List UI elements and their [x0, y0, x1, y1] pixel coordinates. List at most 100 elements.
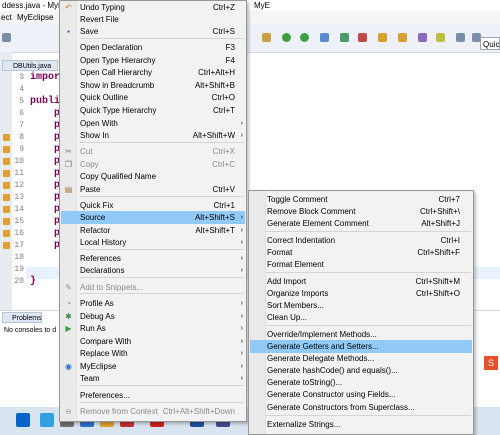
annotation-marker-icon[interactable] [3, 182, 10, 189]
line-number: 12 [14, 181, 24, 190]
menu-item-save[interactable]: ▪ Save Ctrl+S [61, 25, 245, 38]
menu-project[interactable]: ect [1, 11, 12, 24]
paste-icon: ▤ [64, 185, 73, 194]
window-title: ddess.java - MyEc [2, 1, 68, 10]
folder-icon[interactable] [378, 33, 387, 42]
annotation-marker-icon[interactable] [3, 206, 10, 213]
annotation-marker-icon[interactable] [3, 170, 10, 177]
line-number: 19 [14, 265, 24, 274]
menu-item-shortcut: F3 [225, 43, 235, 52]
menu-item-profile-as[interactable]: ◔ Profile As › [61, 297, 245, 310]
menu-item-source[interactable]: Source Alt+Shift+S › [61, 211, 245, 224]
annotation-marker-icon[interactable] [3, 134, 10, 141]
console-message: No consoles to d [4, 327, 57, 334]
line-number: 3 [19, 73, 24, 82]
menu-item-format-element[interactable]: Format Element [250, 258, 472, 271]
menu-item-generate-constructors-from-superclass[interactable]: Generate Constructors from Superclass... [250, 401, 472, 414]
browser-icon[interactable] [40, 413, 54, 427]
menu-item-run-as[interactable]: ▶ Run As › [61, 322, 245, 335]
annotation-icon[interactable] [436, 33, 445, 42]
menu-item-shortcut: Alt+Shift+W [192, 131, 235, 140]
line-number: 10 [14, 157, 24, 166]
gear-icon[interactable] [262, 33, 271, 42]
submenu-arrow-icon: › [240, 300, 243, 307]
run-icon[interactable] [282, 33, 291, 42]
menu-item-remove-from-context[interactable]: ⊖ Remove from Context Ctrl+Alt+Shift+Down [61, 405, 245, 418]
profile-icon: ◔ [66, 299, 71, 308]
menu-item-label: Quick Type Hierarchy [80, 106, 157, 115]
code-line: impor [30, 72, 61, 83]
menu-item-shortcut: Alt+Shift+S [194, 213, 235, 222]
menu-item-shortcut: Ctrl+X [212, 147, 235, 156]
nav-back-icon[interactable] [456, 33, 465, 42]
annotation-marker-icon[interactable] [3, 218, 10, 225]
run-icon: ▶ [65, 324, 72, 333]
menu-item-copy-qualified-name[interactable]: Copy Qualified Name [61, 170, 245, 183]
line-number: 16 [14, 229, 24, 238]
annotation-marker-icon[interactable] [3, 194, 10, 201]
code-line: publi [30, 96, 61, 107]
menu-item-quick-type-hierarchy[interactable]: Quick Type Hierarchy Ctrl+T [61, 104, 245, 117]
menu-item-open-call-hierarchy[interactable]: Open Call Hierarchy Ctrl+Alt+H [61, 66, 245, 79]
menu-item-label: Team [80, 374, 100, 383]
menu-item-preferences[interactable]: Preferences... [61, 389, 245, 402]
menu-item-open-declaration[interactable]: Open Declaration F3 [61, 41, 245, 54]
menu-item-externalize-strings[interactable]: Externalize Strings... [250, 418, 472, 431]
line-number: 11 [14, 169, 24, 178]
annotation-marker-icon[interactable] [3, 158, 10, 165]
menu-separator [266, 325, 471, 326]
menu-item-label: Save [80, 27, 99, 36]
menu-item-label: Run As [80, 324, 106, 333]
menu-separator [79, 385, 244, 386]
menu-myeclipse[interactable]: MyEclipse [17, 11, 53, 24]
windows-start-icon[interactable] [16, 413, 30, 427]
copy-icon: ❐ [64, 160, 73, 169]
remove-context-icon: ⊖ [65, 407, 72, 416]
menu-item-label: Clean Up... [267, 313, 308, 322]
menu-separator [266, 231, 471, 232]
menu-item-cut[interactable]: ✂ Cut Ctrl+X [61, 145, 245, 158]
new-icon[interactable] [2, 33, 11, 42]
submenu-arrow-icon: › [240, 375, 243, 382]
menu-item-paste[interactable]: ▤ Paste Ctrl+V [61, 183, 245, 196]
line-number: 7 [19, 121, 24, 130]
line-number: 20 [14, 277, 24, 286]
tab-problems[interactable]: Problems [2, 312, 42, 323]
snippet-icon: ✎ [65, 283, 72, 292]
menu-item-generate-element-comment[interactable]: Generate Element Comment Alt+Shift+J [250, 217, 472, 230]
menu-item-label: Local History [80, 238, 127, 247]
menu-item-label: Generate Element Comment [267, 219, 369, 228]
submenu-arrow-icon: › [240, 239, 243, 246]
menu-item-local-history[interactable]: Local History › [61, 236, 245, 249]
open-type-icon[interactable] [398, 33, 407, 42]
debug-icon[interactable] [300, 33, 309, 42]
menu-item-generate-constructor-using-fields[interactable]: Generate Constructor using Fields... [250, 388, 472, 401]
menu-item-shortcut: Ctrl+Alt+Shift+Down [162, 407, 235, 416]
menu-item-shortcut: Ctrl+T [213, 106, 235, 115]
quick-access-input[interactable]: Quick [480, 37, 500, 50]
editor-tab-dbutils[interactable]: DBUtils.java [2, 60, 58, 71]
menu-item-shortcut: Alt+Shift+J [421, 219, 460, 228]
server-icon[interactable] [320, 33, 329, 42]
line-number: 17 [14, 241, 24, 250]
stop-icon[interactable] [358, 33, 367, 42]
menu-item-show-in[interactable]: Show In Alt+Shift+W › [61, 129, 245, 142]
annotation-marker-icon[interactable] [3, 230, 10, 237]
annotation-marker-icon[interactable] [3, 146, 10, 153]
submenu-arrow-icon: › [240, 350, 243, 357]
search-icon[interactable] [418, 33, 427, 42]
menu-item-replace-with[interactable]: Replace With › [61, 347, 245, 360]
menu-item-clean-up[interactable]: Clean Up... [250, 311, 472, 324]
menu-item-team[interactable]: Team › [61, 372, 245, 385]
menu-separator [79, 142, 244, 143]
menu-item-shortcut: Ctrl+Alt+H [198, 68, 235, 77]
menu-item-declarations[interactable]: Declarations › [61, 264, 245, 277]
annotation-marker-icon[interactable] [3, 242, 10, 249]
deploy-icon[interactable] [340, 33, 349, 42]
line-number: 14 [14, 205, 24, 214]
menu-item-label: Format Element [267, 260, 324, 269]
line-number: 15 [14, 217, 24, 226]
menu-item-quick-outline[interactable]: Quick Outline Ctrl+O [61, 91, 245, 104]
app-logo-icon: S [484, 356, 498, 370]
line-number: 5 [19, 97, 24, 106]
